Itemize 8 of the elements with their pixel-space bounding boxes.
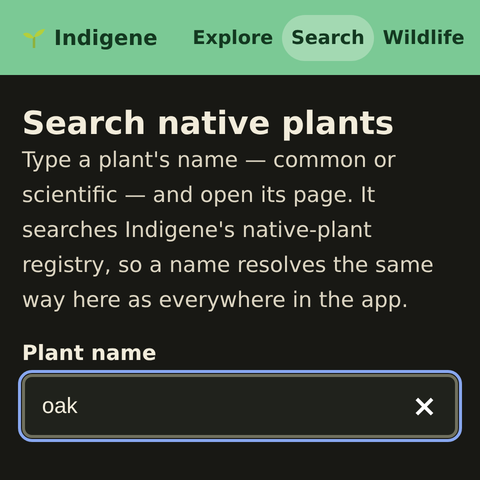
nav-link[interactable]: Wildlife	[374, 14, 474, 60]
page-title: Search native plants	[22, 103, 395, 143]
brand-name[interactable]: Indigene	[54, 26, 158, 50]
nav-link[interactable]: Explore	[183, 14, 282, 60]
nav-link[interactable]: Search	[282, 14, 374, 60]
clear-button[interactable]: ×	[412, 388, 437, 424]
intro-text: Type a plant's name — common or scientific — and open its page. It searches Indigene's native-plant registry, so a name resolves the same way here as everywhere in the app.	[22, 147, 435, 315]
field-label: Plant name	[22, 341, 158, 365]
